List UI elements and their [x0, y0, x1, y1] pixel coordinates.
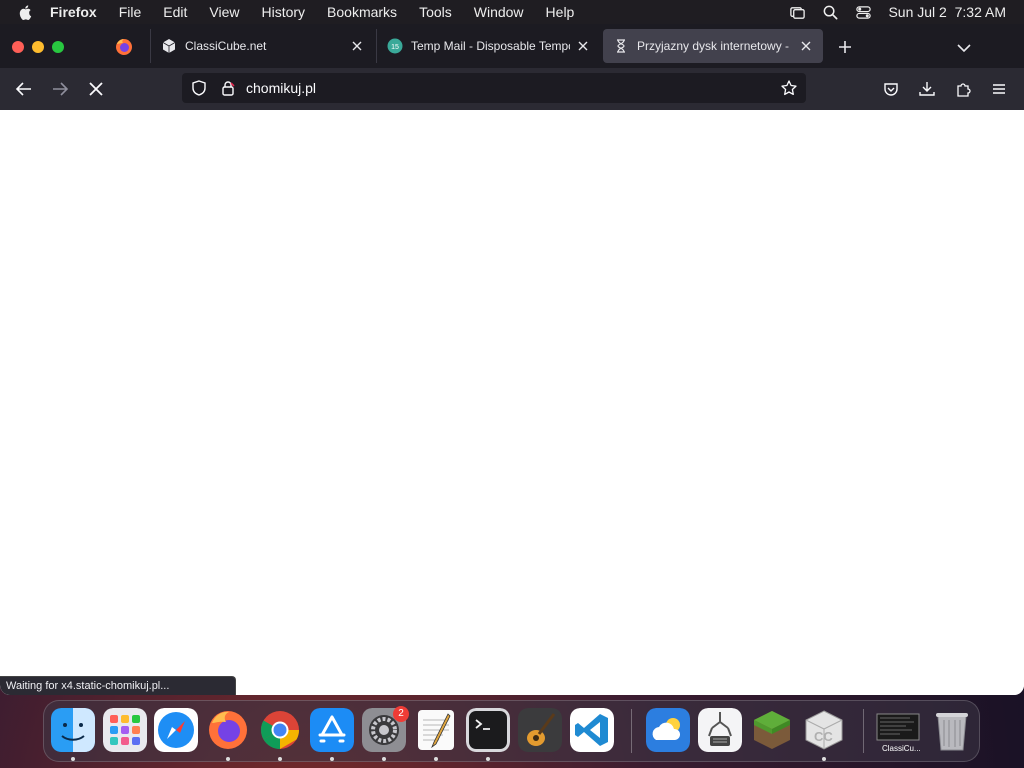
- new-tab-plus-icon[interactable]: [836, 38, 854, 56]
- firefox-dock-icon[interactable]: [206, 708, 250, 752]
- tab-bar: ClassiCube.net 15 Temp Mail - Disposable…: [0, 24, 1024, 68]
- dock-separator: [863, 709, 864, 753]
- menu-window[interactable]: Window: [474, 0, 524, 24]
- classicube-icon: [162, 39, 176, 53]
- menu-clock[interactable]: Sun Jul 2 7:32 AM: [888, 4, 1006, 20]
- control-center-icon[interactable]: [855, 4, 872, 21]
- tab-temp-mail[interactable]: 15 Temp Mail - Disposable Tempor: [376, 29, 600, 63]
- running-indicator: [434, 757, 438, 761]
- settings-update-badge: 2: [393, 706, 409, 722]
- spotlight-search-icon[interactable]: [822, 4, 839, 21]
- running-indicator: [486, 757, 490, 761]
- site-lock-icon[interactable]: [220, 80, 236, 96]
- window-controls: [12, 41, 64, 53]
- status-panel: Waiting for x4.static-chomikuj.pl...: [0, 676, 236, 695]
- finder-icon[interactable]: [51, 708, 95, 752]
- running-indicator: [822, 757, 826, 761]
- trash-icon[interactable]: [930, 708, 974, 752]
- menu-tools[interactable]: Tools: [419, 0, 452, 24]
- textedit-icon[interactable]: [414, 708, 458, 752]
- extensions-puzzle-icon[interactable]: [955, 80, 973, 98]
- tab-classicube[interactable]: ClassiCube.net: [150, 29, 374, 63]
- menu-bookmarks[interactable]: Bookmarks: [327, 0, 397, 24]
- forward-arrow-icon[interactable]: [50, 79, 70, 99]
- close-tab-icon[interactable]: [350, 39, 364, 53]
- navigation-toolbar: chomikuj.pl: [0, 68, 1024, 111]
- menu-edit[interactable]: Edit: [163, 0, 187, 24]
- minimize-window-button[interactable]: [32, 41, 44, 53]
- svg-text:CC: CC: [814, 729, 833, 744]
- dock: 2 CC ClassiCu...: [43, 700, 980, 762]
- close-tab-icon[interactable]: [576, 39, 590, 53]
- running-indicator: [330, 757, 334, 761]
- screen-mirroring-icon[interactable]: [789, 4, 806, 21]
- minimized-window-label: ClassiCu...: [882, 744, 921, 753]
- safari-icon[interactable]: [154, 708, 198, 752]
- zoom-window-button[interactable]: [52, 41, 64, 53]
- tab-chomikuj-active[interactable]: Przyjazny dysk internetowy - Ch: [603, 29, 823, 63]
- chrome-icon[interactable]: [258, 708, 302, 752]
- tempmail-icon: 15: [387, 38, 403, 54]
- app-store-icon[interactable]: [310, 708, 354, 752]
- weather-icon[interactable]: [646, 708, 690, 752]
- menu-bar: Firefox File Edit View History Bookmarks…: [0, 0, 1024, 24]
- running-indicator: [382, 757, 386, 761]
- back-arrow-icon[interactable]: [14, 79, 34, 99]
- classicube-dock-icon[interactable]: CC: [802, 708, 846, 752]
- menu-status-area: Sun Jul 2 7:32 AM: [789, 4, 1006, 21]
- bookmark-star-icon[interactable]: [780, 79, 798, 97]
- hourglass-icon: [617, 39, 625, 53]
- menu-file[interactable]: File: [119, 0, 142, 24]
- tracking-protection-shield-icon[interactable]: [190, 79, 208, 97]
- menu-history[interactable]: History: [261, 0, 305, 24]
- pocket-icon[interactable]: [882, 80, 900, 98]
- firefox-view-icon[interactable]: [114, 37, 134, 57]
- stop-loading-icon[interactable]: [86, 79, 106, 99]
- running-indicator: [71, 757, 75, 761]
- close-window-button[interactable]: [12, 41, 24, 53]
- apple-icon[interactable]: [18, 4, 34, 20]
- running-indicator: [226, 757, 230, 761]
- menu-help[interactable]: Help: [546, 0, 575, 24]
- menu-app-name[interactable]: Firefox: [50, 0, 97, 24]
- list-all-tabs-chevron-icon[interactable]: [955, 39, 973, 57]
- address-bar[interactable]: chomikuj.pl: [182, 73, 806, 103]
- minecraft-grass-block-icon[interactable]: [750, 708, 794, 752]
- claw-game-icon[interactable]: [698, 708, 742, 752]
- terminal-icon[interactable]: [466, 708, 510, 752]
- launchpad-icon[interactable]: [103, 708, 147, 752]
- hamburger-menu-icon[interactable]: [990, 80, 1008, 98]
- vscode-icon[interactable]: [570, 708, 614, 752]
- downloads-icon[interactable]: [918, 80, 936, 98]
- garageband-guitar-icon[interactable]: [518, 708, 562, 752]
- close-tab-icon[interactable]: [799, 39, 813, 53]
- tab-title: ClassiCube.net: [185, 39, 267, 53]
- page-content: [0, 110, 1024, 695]
- running-indicator: [278, 757, 282, 761]
- dock-separator: [631, 709, 632, 753]
- tab-title: Temp Mail - Disposable Tempor: [411, 39, 570, 53]
- tab-title: Przyjazny dysk internetowy - Ch: [637, 39, 793, 53]
- tempmail-badge-text: 15: [391, 44, 399, 51]
- url-text[interactable]: chomikuj.pl: [246, 80, 780, 96]
- firefox-window: ClassiCube.net 15 Temp Mail - Disposable…: [0, 24, 1024, 695]
- menu-view[interactable]: View: [209, 0, 239, 24]
